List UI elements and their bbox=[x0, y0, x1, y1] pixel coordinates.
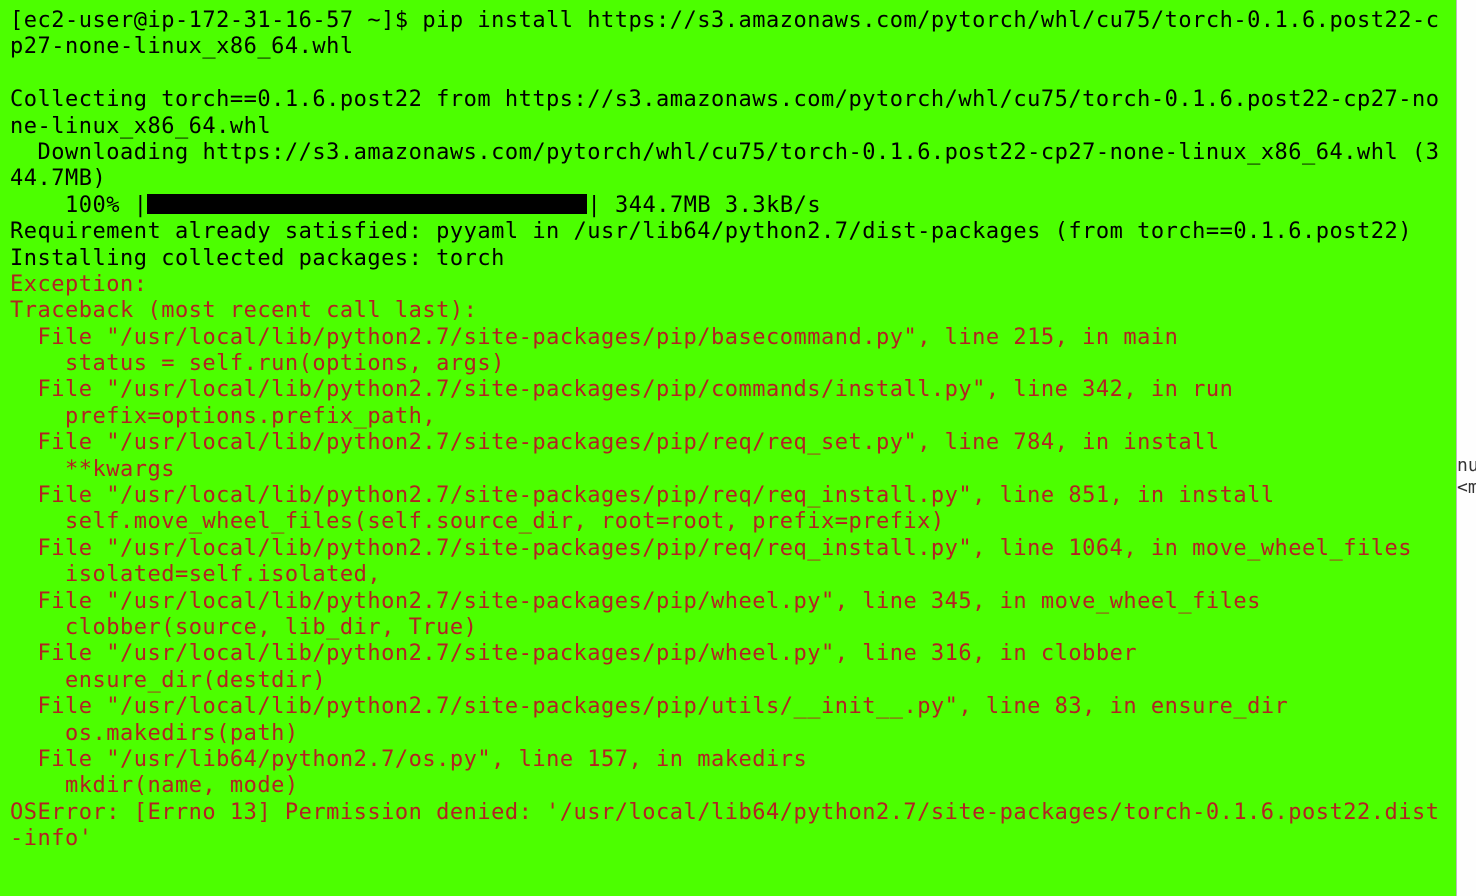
background-text-fragment: nu <m bbox=[1457, 455, 1476, 896]
progress-suffix: | 344.7MB 3.3kB/s bbox=[587, 193, 834, 218]
traceback-line: File "/usr/local/lib/python2.7/site-pack… bbox=[10, 377, 1233, 402]
traceback-line: status = self.run(options, args) bbox=[10, 351, 505, 376]
background-window-edge: nu <m bbox=[1456, 0, 1476, 896]
traceback-line: self.move_wheel_files(self.source_dir, r… bbox=[10, 509, 945, 534]
requirement-satisfied: Requirement already satisfied: pyyaml in… bbox=[10, 219, 1412, 244]
progress-bar bbox=[147, 194, 587, 214]
exception-line: Exception: bbox=[10, 272, 147, 297]
traceback-line: **kwargs bbox=[10, 457, 175, 482]
downloading-line: Downloading https://s3.amazonaws.com/pyt… bbox=[10, 140, 1440, 191]
traceback-line: File "/usr/local/lib/python2.7/site-pack… bbox=[10, 325, 1178, 350]
traceback-line: File "/usr/lib64/python2.7/os.py", line … bbox=[10, 747, 807, 772]
progress-prefix: 100% | bbox=[10, 193, 147, 218]
shell-prompt: [ec2-user@ip-172-31-16-57 ~]$ bbox=[10, 8, 422, 33]
traceback-line: mkdir(name, mode) bbox=[10, 773, 299, 798]
traceback-line: File "/usr/local/lib/python2.7/site-pack… bbox=[10, 694, 1288, 719]
traceback-line: File "/usr/local/lib/python2.7/site-pack… bbox=[10, 589, 1261, 614]
traceback-line: prefix=options.prefix_path, bbox=[10, 404, 436, 429]
collecting-line: Collecting torch==0.1.6.post22 from http… bbox=[10, 87, 1440, 138]
traceback-line: os.makedirs(path) bbox=[10, 721, 299, 746]
installing-line: Installing collected packages: torch bbox=[10, 246, 505, 271]
traceback-line: isolated=self.isolated, bbox=[10, 562, 381, 587]
terminal-output[interactable]: [ec2-user@ip-172-31-16-57 ~]$ pip instal… bbox=[0, 0, 1456, 896]
traceback-line: File "/usr/local/lib/python2.7/site-pack… bbox=[10, 536, 1412, 561]
traceback-line: File "/usr/local/lib/python2.7/site-pack… bbox=[10, 430, 1220, 455]
oserror-line: OSError: [Errno 13] Permission denied: '… bbox=[10, 800, 1440, 851]
traceback-line: File "/usr/local/lib/python2.7/site-pack… bbox=[10, 483, 1275, 508]
traceback-line: File "/usr/local/lib/python2.7/site-pack… bbox=[10, 641, 1137, 666]
traceback-header: Traceback (most recent call last): bbox=[10, 298, 477, 323]
traceback-line: ensure_dir(destdir) bbox=[10, 668, 326, 693]
traceback-line: clobber(source, lib_dir, True) bbox=[10, 615, 477, 640]
